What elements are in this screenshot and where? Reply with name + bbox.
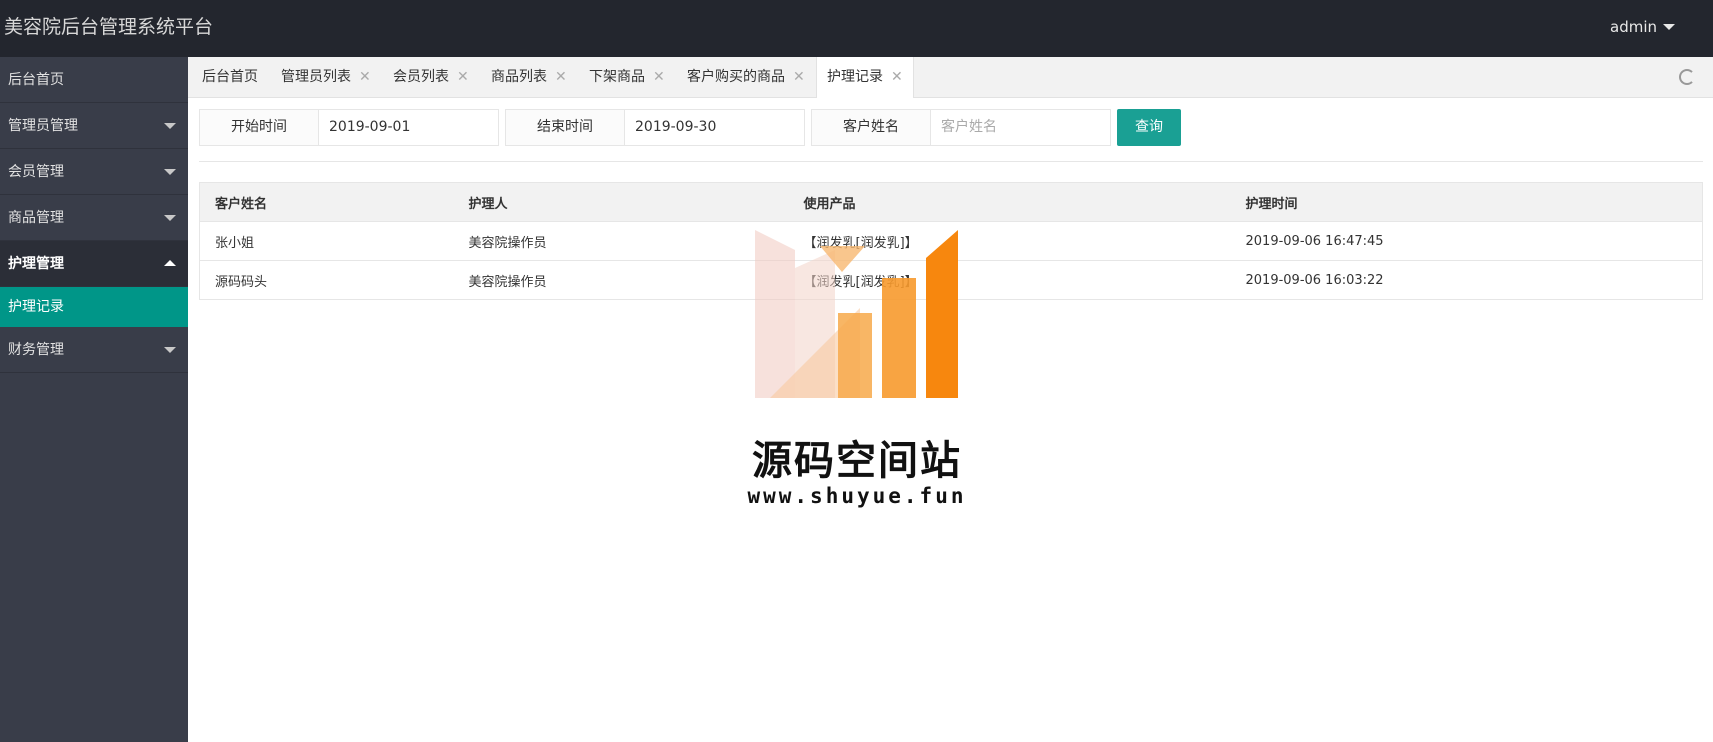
start-date-label: 开始时间: [200, 110, 319, 145]
tab-label: 商品列表: [491, 69, 547, 85]
table-cell: 【润发乳[润发乳]】: [788, 221, 1231, 261]
end-date-input[interactable]: [625, 110, 803, 145]
sidebar: 后台首页 管理员管理 会员管理 商品管理 护理管理 护理记录 财务管理: [0, 57, 188, 742]
refresh-icon[interactable]: [1679, 69, 1695, 85]
caret-down-icon: [164, 215, 176, 221]
customer-name-input[interactable]: [931, 110, 1109, 145]
close-icon[interactable]: ✕: [653, 69, 665, 85]
table-cell: 2019-09-06 16:47:45: [1230, 221, 1703, 261]
close-icon[interactable]: ✕: [359, 69, 371, 85]
table-row[interactable]: 源码码头 美容院操作员 【润发乳[润发乳]】 2019-09-06 16:03:…: [199, 260, 1703, 300]
table-cell: 张小姐: [199, 221, 454, 261]
tab-admin-list[interactable]: 管理员列表 ✕: [281, 57, 371, 98]
sidebar-item-label: 会员管理: [8, 164, 64, 180]
start-date-input[interactable]: [319, 110, 497, 145]
customer-name-label: 客户姓名: [812, 110, 931, 145]
close-icon[interactable]: ✕: [793, 69, 805, 85]
end-date-field: 结束时间: [505, 109, 805, 146]
tab-label: 后台首页: [202, 69, 258, 85]
sidebar-item-care[interactable]: 护理管理: [0, 241, 188, 287]
tab-label: 客户购买的商品: [687, 69, 785, 85]
tab-bar: 后台首页 管理员列表 ✕ 会员列表 ✕ 商品列表 ✕ 下架商品 ✕ 客户购买的商品 ✕ 护…: [188, 57, 1713, 99]
watermark-title: 源码空间站: [752, 438, 962, 484]
main-content: 开始时间 结束时间 客户姓名 查询 客户姓名 护理人 使用产品 护理时间 张小姐…: [188, 98, 1713, 742]
tab-label: 下架商品: [589, 69, 645, 85]
tab-care-records[interactable]: 护理记录 ✕: [816, 57, 914, 99]
table-header-row: 客户姓名 护理人 使用产品 护理时间: [199, 182, 1703, 222]
table-cell: 【润发乳[润发乳]】: [788, 260, 1231, 300]
caret-up-icon: [164, 260, 176, 266]
query-button[interactable]: 查询: [1117, 109, 1181, 146]
sidebar-item-finance[interactable]: 财务管理: [0, 327, 188, 373]
close-icon[interactable]: ✕: [555, 69, 567, 85]
tab-offline-products[interactable]: 下架商品 ✕: [589, 57, 665, 98]
close-icon[interactable]: ✕: [457, 69, 469, 85]
sidebar-item-label: 护理管理: [8, 256, 64, 272]
tab-label: 护理记录: [827, 69, 883, 85]
end-date-label: 结束时间: [506, 110, 625, 145]
tab-customer-purchases[interactable]: 客户购买的商品 ✕: [687, 57, 805, 98]
caret-down-icon: [1663, 24, 1675, 30]
sidebar-item-members[interactable]: 会员管理: [0, 149, 188, 195]
top-header: 美容院后台管理系统平台 admin: [0, 0, 1713, 57]
customer-name-field: 客户姓名: [811, 109, 1111, 146]
caret-down-icon: [164, 169, 176, 175]
caret-down-icon: [164, 347, 176, 353]
divider: [199, 161, 1703, 162]
sidebar-item-label: 管理员管理: [8, 118, 78, 134]
start-date-field: 开始时间: [199, 109, 499, 146]
table-cell: 美容院操作员: [453, 260, 789, 300]
care-records-table: 客户姓名 护理人 使用产品 护理时间 张小姐 美容院操作员 【润发乳[润发乳]】…: [199, 182, 1703, 300]
table-cell: 美容院操作员: [453, 221, 789, 261]
close-icon[interactable]: ✕: [891, 69, 903, 85]
sidebar-subitem-care-records[interactable]: 护理记录: [0, 287, 188, 327]
user-menu[interactable]: admin: [1610, 17, 1675, 37]
sidebar-item-label: 商品管理: [8, 210, 64, 226]
sidebar-item-products[interactable]: 商品管理: [0, 195, 188, 241]
sidebar-item-label: 财务管理: [8, 342, 64, 358]
table-cell: 2019-09-06 16:03:22: [1230, 260, 1703, 300]
column-header[interactable]: 客户姓名: [199, 182, 454, 222]
watermark-url: www.shuyue.fun: [747, 484, 967, 508]
column-header[interactable]: 护理时间: [1230, 182, 1703, 222]
tab-member-list[interactable]: 会员列表 ✕: [393, 57, 469, 98]
sidebar-item-home[interactable]: 后台首页: [0, 57, 188, 103]
sidebar-item-admin[interactable]: 管理员管理: [0, 103, 188, 149]
table-row[interactable]: 张小姐 美容院操作员 【润发乳[润发乳]】 2019-09-06 16:47:4…: [199, 221, 1703, 261]
tab-label: 管理员列表: [281, 69, 351, 85]
sidebar-item-label: 后台首页: [8, 72, 64, 88]
app-title: 美容院后台管理系统平台: [4, 16, 214, 38]
column-header[interactable]: 护理人: [453, 182, 789, 222]
user-name: admin: [1610, 18, 1657, 36]
tab-home[interactable]: 后台首页: [202, 57, 258, 98]
tab-label: 会员列表: [393, 69, 449, 85]
table-cell: 源码码头: [199, 260, 454, 300]
tab-product-list[interactable]: 商品列表 ✕: [491, 57, 567, 98]
caret-down-icon: [164, 123, 176, 129]
column-header[interactable]: 使用产品: [788, 182, 1231, 222]
